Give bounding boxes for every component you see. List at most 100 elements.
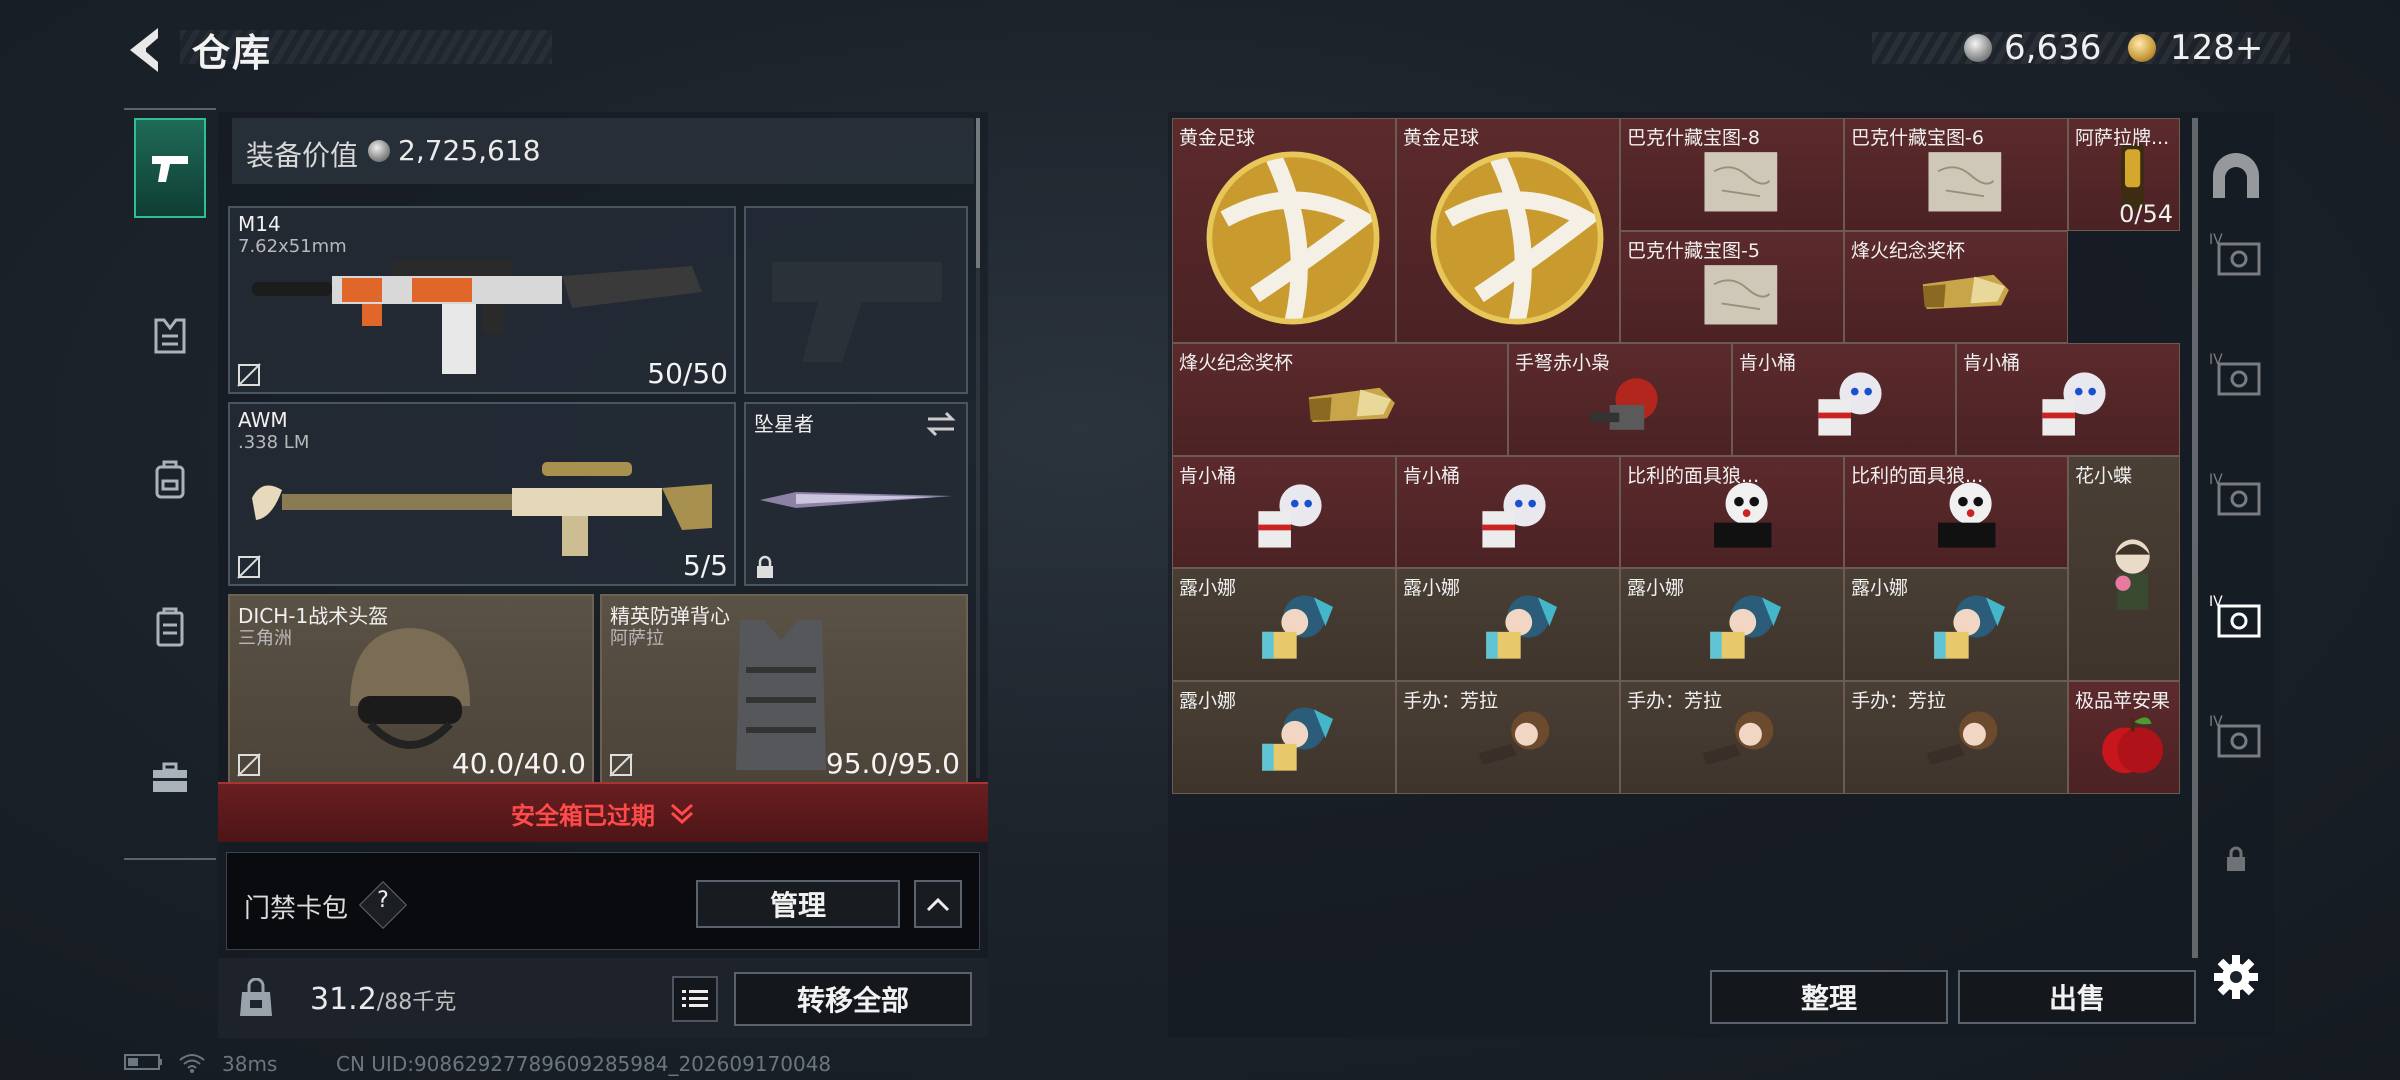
helmet-durability: 40.0/40.0 [451, 747, 586, 780]
transfer-all-button[interactable]: 转移全部 [734, 972, 972, 1026]
list-view-button[interactable] [672, 976, 718, 1022]
back-button[interactable] [118, 22, 178, 78]
pistol-silhouette-icon [772, 262, 942, 362]
safebox-expired-text: 安全箱已过期 [511, 801, 655, 830]
figure-white-icon [1482, 484, 1546, 548]
stash-item-figure-brown[interactable]: 手办：芳拉 [1396, 681, 1620, 794]
stash-item-figure-teal[interactable]: 露小娜 [1620, 568, 1844, 681]
gold-ball-icon [1206, 151, 1380, 325]
sell-button[interactable]: 出售 [1958, 970, 2196, 1024]
stash-item-figure-mask[interactable]: 比利的面具狼... [1620, 455, 1844, 569]
equip-value-amount: 2,725,618 [398, 134, 541, 167]
tab-stash-4[interactable]: IV [2200, 572, 2272, 662]
tab-stash-1[interactable]: IV [2200, 210, 2272, 300]
stash-item-figure-red[interactable]: 手弩赤小枭 [1508, 343, 1732, 456]
chest-rig-icon [156, 607, 184, 647]
nav-item-case[interactable] [134, 728, 206, 828]
gold-currency-amount[interactable]: 128+ [2170, 28, 2263, 68]
stash-item-map[interactable]: 巴克什藏宝图-8 [1620, 118, 1844, 231]
melee-slot[interactable]: 坠星者 [744, 402, 968, 586]
stash-item-lighter[interactable]: 阿萨拉牌... 0/54 [2068, 118, 2180, 231]
no-insure-icon [237, 363, 261, 387]
stash-item-trophy[interactable]: 烽火纪念奖杯 [1172, 343, 1508, 456]
loadout-scroll-thumb[interactable] [976, 118, 980, 268]
stash-item-name: 露小娜 [1403, 577, 1461, 600]
ping-readout: 38ms [222, 1052, 278, 1076]
stash-item-figure-brown[interactable]: 手办：芳拉 [1844, 681, 2068, 794]
swap-icon[interactable] [924, 410, 958, 438]
help-question-mark[interactable]: ? [374, 888, 392, 913]
stash-item-apple[interactable]: 极品苹安果 [2068, 681, 2180, 794]
stash-item-figure-brown[interactable]: 手办：芳拉 [1620, 681, 1844, 794]
list-icon [682, 990, 708, 1007]
nav-item-chest-rig[interactable] [134, 578, 206, 678]
no-insure-icon [609, 753, 633, 777]
keycard-label: 门禁卡包 [244, 894, 349, 924]
stash-item-name: 黄金足球 [1403, 127, 1480, 149]
stash-item-name: 巴克什藏宝图-6 [1851, 127, 1984, 149]
svg-text:IV: IV [2209, 714, 2223, 730]
secondary-weapon-slot[interactable]: AWM .338 LM 5/5 [228, 402, 736, 586]
sort-button[interactable]: 整理 [1710, 970, 1948, 1024]
stash-item-figure-teal[interactable]: 露小娜 [1844, 568, 2068, 681]
stash-item-name: 手办：芳拉 [1403, 690, 1499, 712]
ammo-count: 50/50 [647, 357, 728, 390]
stash-item-name: 肯小桶 [1739, 352, 1797, 375]
stash-item-gold-ball[interactable]: 黄金足球 [1396, 118, 1620, 344]
stash-item-figure-white[interactable]: 肯小桶 [1956, 343, 2180, 456]
stash-item-figure-white[interactable]: 肯小桶 [1732, 343, 1956, 456]
settings-button[interactable] [2200, 932, 2272, 1022]
figure-teal-icon [1934, 595, 2006, 659]
tab-safe-dome[interactable] [2200, 132, 2272, 222]
gear-icon [2214, 955, 2258, 999]
stash-tab-icon: IV [2209, 594, 2261, 638]
tab-locked[interactable] [2200, 814, 2272, 904]
stash-item-map[interactable]: 巴克什藏宝图-6 [1844, 118, 2068, 231]
no-insure-icon [237, 753, 261, 777]
awm-sniper-icon [252, 462, 712, 556]
silver-coin-icon [368, 140, 390, 162]
armor-origin: 阿萨拉 [610, 628, 664, 649]
stash-item-figure-white[interactable]: 肯小桶 [1396, 455, 1620, 569]
equip-value-label: 装备价值 [246, 139, 359, 172]
stash-item-count: 0/54 [2119, 199, 2173, 228]
stash-scroll-thumb[interactable] [2192, 118, 2198, 958]
figure-white-icon [1818, 372, 1882, 436]
helmet-origin: 三角洲 [238, 628, 292, 649]
stash-item-trophy[interactable]: 烽火纪念奖杯 [1844, 230, 2068, 344]
trophy-icon [1308, 387, 1396, 422]
stash-item-figure-white[interactable]: 肯小桶 [1172, 455, 1396, 569]
nav-item-backpack[interactable] [134, 430, 206, 530]
weight-bag-icon [240, 978, 272, 1016]
figure-white-icon [1258, 484, 1322, 548]
chevron-up-icon [926, 897, 950, 912]
body-armor-slot[interactable]: 精英防弹背心 阿萨拉 95.0/95.0 [600, 594, 968, 784]
safebox-expired-bar[interactable]: 安全箱已过期 [218, 782, 988, 842]
manage-button[interactable]: 管理 [696, 880, 900, 928]
vest-icon [154, 318, 186, 354]
stash-item-figure-teal[interactable]: 露小娜 [1396, 568, 1620, 681]
lock-icon [757, 555, 773, 578]
primary-weapon-slot[interactable]: M14 7.62x51mm 50/50 [228, 206, 736, 394]
svg-text:IV: IV [2209, 352, 2223, 368]
uid-readout: CN UID:9086292778960928598​4_20260917004… [336, 1052, 832, 1076]
collapse-button[interactable] [914, 880, 962, 928]
helmet-slot[interactable]: DICH-1战术头盔 三角洲 40.0/40.0 [228, 594, 594, 784]
stash-item-map[interactable]: 巴克什藏宝图-5 [1620, 230, 1844, 344]
stash-item-name: 烽火纪念奖杯 [1851, 239, 1966, 262]
tab-stash-3[interactable]: IV [2200, 450, 2272, 540]
pistol-slot-empty[interactable] [744, 206, 968, 394]
stash-tab-icon: IV [2209, 352, 2261, 396]
top-bar: 仓库 6,636 128+ [0, 0, 2400, 100]
stash-item-figure-teal[interactable]: 露小娜 [1172, 568, 1396, 681]
nav-item-weapons[interactable] [134, 118, 206, 218]
stash-item-figure-mask[interactable]: 比利的面具狼... [1844, 455, 2068, 569]
tab-stash-2[interactable]: IV [2200, 330, 2272, 420]
nav-item-armor[interactable] [134, 286, 206, 386]
weight-max: /88千克 [376, 990, 457, 1015]
tab-stash-5[interactable]: IV [2200, 692, 2272, 782]
stash-item-figure-teal[interactable]: 露小娜 [1172, 681, 1396, 794]
back-arrow-icon [130, 28, 158, 72]
stash-item-gold-ball[interactable]: 黄金足球 [1172, 118, 1396, 344]
stash-item-figure-green[interactable]: 花小蝶 [2068, 455, 2180, 681]
